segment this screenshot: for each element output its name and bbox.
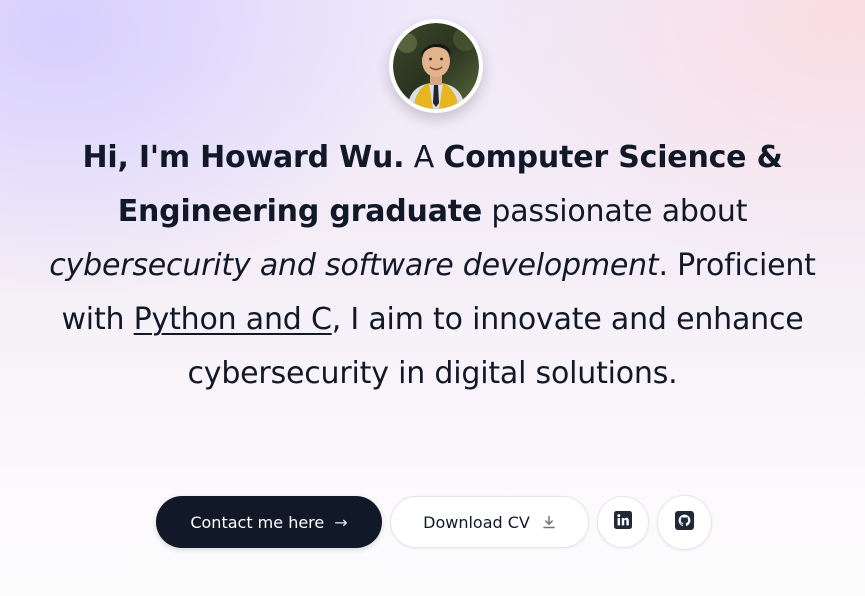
intro-text-a: A <box>404 140 444 175</box>
intro-greeting: Hi, I'm Howard Wu. <box>82 140 405 175</box>
action-bar: Contact me here → Download CV <box>156 494 712 550</box>
linkedin-button[interactable] <box>597 496 649 548</box>
download-icon <box>542 515 556 529</box>
intro-skills: Python and C <box>133 302 332 337</box>
avatar-frame <box>389 19 483 113</box>
contact-button-label: Contact me here <box>190 512 325 532</box>
contact-button[interactable]: Contact me here → <box>156 496 382 548</box>
avatar <box>393 23 479 109</box>
linkedin-icon <box>614 511 632 533</box>
arrow-right-icon: → <box>334 512 348 532</box>
intro-interests: cybersecurity and software development <box>49 248 659 283</box>
github-button[interactable] <box>657 494 712 550</box>
download-cv-label: Download CV <box>423 512 530 532</box>
github-icon <box>675 510 694 534</box>
intro-paragraph: Hi, I'm Howard Wu. A Computer Science & … <box>40 131 825 401</box>
download-cv-button[interactable]: Download CV <box>390 496 589 548</box>
intro-text-b: passionate about <box>482 194 748 229</box>
